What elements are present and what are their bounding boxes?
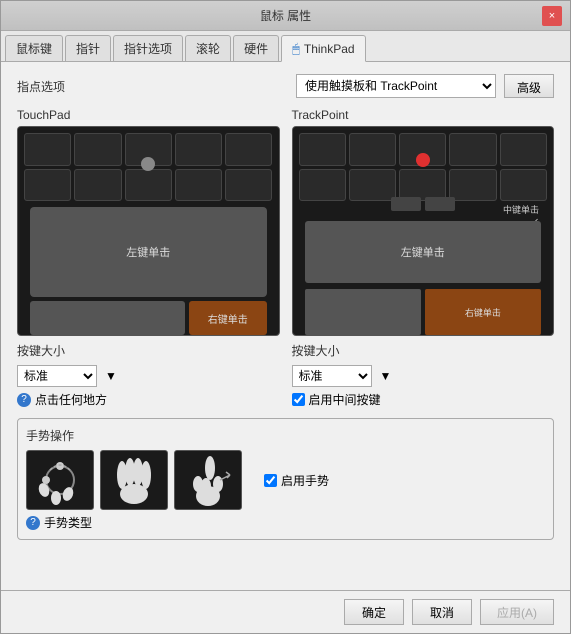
gesture-section: 手势操作 — [17, 418, 554, 540]
gesture-enable-row: 启用手势 — [264, 472, 329, 489]
gesture-title: 手势操作 — [26, 427, 545, 444]
trackpoint-middle-small-left — [391, 197, 421, 211]
tab-thinkpad[interactable]: 🖱 ThinkPad — [281, 35, 366, 62]
touchpad-size-select[interactable]: 标准 — [17, 365, 97, 387]
gesture-enable-checkbox[interactable] — [264, 474, 277, 487]
tp-key — [175, 133, 222, 166]
tabs-bar: 鼠标键 指针 指针选项 滚轮 硬件 🖱 ThinkPad — [1, 31, 570, 62]
trackpoint-dot — [416, 153, 430, 167]
touchpad-size-label: 按键大小 — [17, 342, 65, 359]
touchpad-left-label: 左键单击 — [126, 244, 170, 260]
click-anywhere-row: ? 点击任何地方 — [17, 391, 280, 408]
gesture-controls: 启用手势 — [264, 472, 329, 489]
trackpoint-size-select-row: 标准 ▼ — [292, 365, 555, 387]
touchpad-left-btn — [30, 301, 185, 335]
trackpoint-title: TrackPoint — [292, 108, 555, 122]
gesture-type-row: ? 手势类型 — [26, 514, 545, 531]
touchpad-preview: 左键单击 右键单击 — [17, 126, 280, 336]
title-bar: 鼠标 属性 × — [1, 1, 570, 31]
content-area: 指点选项 使用触摸板和 TrackPoint 高级 TouchPad — [1, 62, 570, 590]
tp-key — [74, 169, 121, 202]
trackpoint-bottom-buttons: 右键单击 — [305, 289, 542, 335]
tp-key — [225, 169, 272, 202]
gesture-image-1 — [26, 450, 94, 510]
gesture-row: 启用手势 — [26, 450, 545, 510]
touchpad-buttons: 右键单击 — [30, 301, 267, 335]
trackpoint-size-row: 按键大小 — [292, 342, 555, 359]
tab-scroll[interactable]: 滚轮 — [185, 35, 231, 61]
touchpad-size-row: 按键大小 — [17, 342, 280, 359]
tp-key — [175, 169, 222, 202]
tab-mouse-keys[interactable]: 鼠标键 — [5, 35, 63, 61]
tp-key — [24, 133, 71, 166]
tkp-key — [299, 133, 346, 166]
trackpoint-section: TrackPoint — [292, 108, 555, 408]
tab-pointer[interactable]: 指针 — [65, 35, 111, 61]
trackpoint-top-buttons — [391, 197, 455, 211]
tp-key — [74, 133, 121, 166]
trackpoint-size-select[interactable]: 标准 — [292, 365, 372, 387]
gesture-type-label: 手势类型 — [44, 514, 92, 531]
tkp-key — [349, 133, 396, 166]
pointer-options-row: 指点选项 使用触摸板和 TrackPoint 高级 — [17, 74, 554, 98]
enable-middle-checkbox[interactable] — [292, 393, 305, 406]
pointer-options-label: 指点选项 — [17, 78, 65, 95]
help-icon-gesture[interactable]: ? — [26, 516, 40, 530]
gesture-image-3 — [174, 450, 242, 510]
device-columns: TouchPad — [17, 108, 554, 408]
gesture-enable-label: 启用手势 — [281, 472, 329, 489]
ok-button[interactable]: 确定 — [344, 599, 404, 625]
gesture-images — [26, 450, 242, 510]
thinkpad-icon: 🖱 — [292, 41, 300, 57]
advanced-button[interactable]: 高级 — [504, 74, 554, 98]
trackpoint-surface-area: 中键单击 ↙ 左键单击 — [305, 197, 542, 283]
touchpad-section: TouchPad — [17, 108, 280, 408]
trackpoint-middle-small-right — [425, 197, 455, 211]
click-anywhere-label: 点击任何地方 — [35, 391, 107, 408]
pointer-mode-select[interactable]: 使用触摸板和 TrackPoint — [296, 74, 496, 98]
trackpoint-main-surface: 左键单击 — [305, 221, 542, 283]
main-window: 鼠标 属性 × 鼠标键 指针 指针选项 滚轮 硬件 🖱 ThinkPad 指点选… — [0, 0, 571, 634]
touchpad-size-select-row: 标准 ▼ — [17, 365, 280, 387]
apply-button[interactable]: 应用(A) — [480, 599, 554, 625]
trackpoint-size-label: 按键大小 — [292, 342, 340, 359]
touchpad-right-label: 右键单击 — [208, 311, 248, 326]
trackpoint-preview: 中键单击 ↙ 左键单击 右键单击 — [292, 126, 555, 336]
touchpad-title: TouchPad — [17, 108, 280, 122]
touchpad-surface: 左键单击 — [30, 207, 267, 297]
gesture-svg-3 — [178, 450, 238, 510]
bottom-bar: 确定 取消 应用(A) — [1, 590, 570, 633]
trackpoint-right-btn: 右键单击 — [425, 289, 541, 335]
tab-hardware[interactable]: 硬件 — [233, 35, 279, 61]
tp-key — [125, 169, 172, 202]
gesture-svg-1 — [30, 450, 90, 510]
dropdown-arrow-tkp: ▼ — [380, 369, 392, 383]
trackpoint-right-label: 右键单击 — [465, 306, 501, 319]
gesture-image-2 — [100, 450, 168, 510]
trackpoint-keyboard — [293, 127, 554, 207]
trackpoint-btn-row: 右键单击 — [305, 289, 542, 335]
window-title: 鼠标 属性 — [29, 7, 542, 24]
touchpad-dot — [141, 157, 155, 171]
tp-key — [24, 169, 71, 202]
trackpoint-left-btn — [305, 289, 421, 335]
tkp-key — [500, 133, 547, 166]
tkp-key — [449, 133, 496, 166]
help-icon-touchpad[interactable]: ? — [17, 393, 31, 407]
touchpad-right-btn: 右键单击 — [189, 301, 267, 335]
trackpoint-left-label: 左键单击 — [401, 244, 445, 260]
enable-middle-row: 启用中间按键 — [292, 391, 555, 408]
cancel-button[interactable]: 取消 — [412, 599, 472, 625]
pointer-options-controls: 使用触摸板和 TrackPoint 高级 — [296, 74, 554, 98]
dropdown-arrow-tp: ▼ — [105, 369, 117, 383]
enable-middle-label: 启用中间按键 — [309, 391, 381, 408]
tp-key — [225, 133, 272, 166]
gesture-svg-2 — [104, 450, 164, 510]
trackpoint-middle-label: 中键单击 — [503, 203, 539, 216]
tab-pointer-options[interactable]: 指针选项 — [113, 35, 183, 61]
close-button[interactable]: × — [542, 6, 562, 26]
